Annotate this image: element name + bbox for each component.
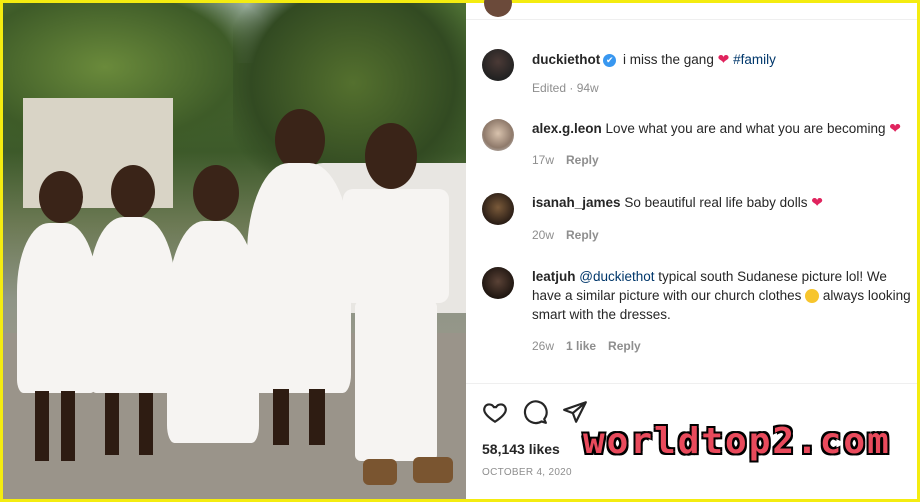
- comment-time: 17w: [532, 153, 555, 167]
- comment-meta: 17w Reply: [532, 153, 599, 167]
- child-leg: [61, 391, 75, 461]
- comment-username[interactable]: isanah_james: [532, 195, 621, 210]
- comment-text: alex.g.leon Love what you are and what y…: [532, 119, 917, 138]
- comment-username[interactable]: leatjuh: [532, 269, 576, 284]
- comment-body: So beautiful real life baby dolls: [624, 195, 808, 210]
- child-vest: [343, 189, 449, 303]
- comment-meta: 26w 1 like Reply: [532, 339, 641, 353]
- comment-time: 20w: [532, 228, 555, 242]
- laughing-emoji: [805, 289, 820, 304]
- owner-avatar[interactable]: [482, 49, 514, 81]
- caption-text: duckiethot ✔ i miss the gang ❤ #family: [532, 50, 917, 69]
- child-leg: [139, 393, 153, 455]
- commenter-avatar[interactable]: [482, 119, 514, 151]
- post-date: OCTOBER 4, 2020: [482, 467, 572, 478]
- comment-time: 26w: [532, 339, 555, 353]
- child-leg: [309, 389, 325, 445]
- post-caption: duckiethot ✔ i miss the gang ❤ #family Ed…: [466, 41, 917, 101]
- comment-text: isanah_james So beautiful real life baby…: [532, 193, 917, 212]
- caption-username[interactable]: duckiethot: [532, 52, 600, 67]
- red-heart-emoji: ❤: [717, 51, 730, 67]
- child-dress: [89, 217, 175, 393]
- owner-avatar[interactable]: [484, 0, 512, 17]
- verified-icon: ✔: [603, 53, 617, 67]
- post-photo[interactable]: [3, 3, 466, 499]
- child-figure: [365, 123, 417, 189]
- comment-likes[interactable]: 1 like: [566, 339, 596, 353]
- comment-body: Love what you are and what you are becom…: [605, 121, 886, 136]
- reply-button[interactable]: Reply: [566, 153, 599, 167]
- comment-icon[interactable]: [522, 399, 550, 427]
- commenter-avatar[interactable]: [482, 193, 514, 225]
- likes-count[interactable]: 58,143 likes: [482, 441, 560, 457]
- comment-item: leatjuh @duckiethot typical south Sudane…: [466, 261, 917, 361]
- child-trousers: [355, 301, 437, 461]
- comment-text: leatjuh @duckiethot typical south Sudane…: [532, 267, 912, 324]
- comment-username[interactable]: alex.g.leon: [532, 121, 602, 136]
- reply-button[interactable]: Reply: [566, 228, 599, 242]
- child-leg: [273, 389, 289, 445]
- post-header: [466, 0, 917, 20]
- watermark-text: worldtop2.com: [583, 421, 891, 462]
- child-shoe: [413, 457, 453, 483]
- child-dress: [247, 163, 351, 393]
- comment-item: isanah_james So beautiful real life baby…: [466, 187, 917, 247]
- child-leg: [35, 391, 49, 461]
- child-dress: [167, 221, 259, 443]
- child-leg: [105, 393, 119, 455]
- comment-mention[interactable]: @duckiethot: [579, 269, 654, 284]
- child-shoe: [363, 459, 397, 485]
- comment-meta: 20w Reply: [532, 228, 599, 242]
- commenter-avatar[interactable]: [482, 267, 514, 299]
- child-figure: [111, 165, 155, 219]
- child-figure: [193, 165, 239, 221]
- caption-body: i miss the gang: [623, 52, 714, 67]
- caption-meta: Edited · 94w: [532, 81, 599, 95]
- reply-button[interactable]: Reply: [608, 339, 641, 353]
- caption-hashtag[interactable]: #family: [733, 52, 776, 67]
- child-figure: [275, 109, 325, 171]
- heart-outline-icon[interactable]: [482, 399, 510, 427]
- child-figure: [39, 171, 83, 223]
- child-dress: [17, 223, 97, 393]
- red-heart-emoji: ❤: [811, 194, 823, 210]
- red-heart-emoji: ❤: [889, 120, 901, 136]
- actions-divider: [466, 383, 917, 384]
- comment-item: alex.g.leon Love what you are and what y…: [466, 113, 917, 173]
